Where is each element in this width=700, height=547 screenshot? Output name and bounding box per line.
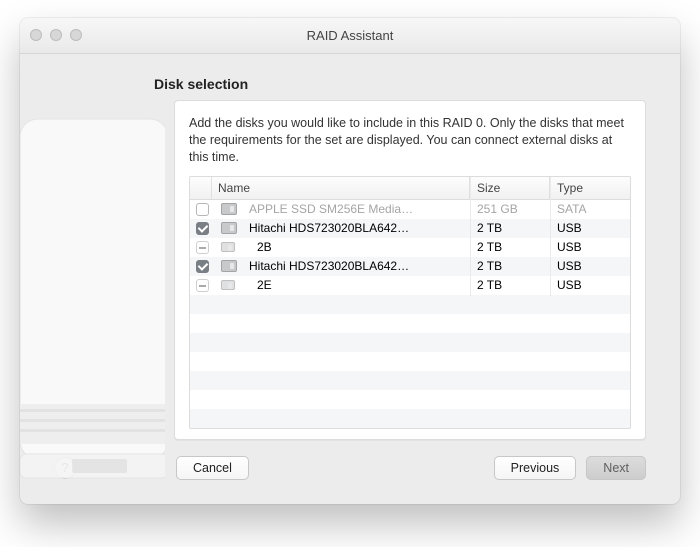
table-row[interactable]: 2B2 TBUSB [190,238,630,257]
table-header: Name Size Type [190,177,630,200]
row-checkbox[interactable] [196,203,209,216]
raid-assistant-window: RAID Assistant Disk selection Add the di… [20,18,680,504]
row-checkbox[interactable] [196,222,209,235]
intro-text: Add the disks you would like to include … [189,115,631,166]
volume-icon [221,280,235,290]
col-header-name[interactable]: Name [212,177,470,199]
disk-selection-panel: Add the disks you would like to include … [174,100,646,440]
next-button[interactable]: Next [586,456,646,480]
volume-icon [221,242,235,252]
table-row-empty [190,409,630,428]
table-row-empty [190,295,630,314]
minimize-icon[interactable] [50,29,62,41]
col-header-type[interactable]: Type [550,177,630,199]
window-controls [30,29,82,41]
table-row[interactable]: 2E2 TBUSB [190,276,630,295]
disk-size: 2 TB [470,274,550,296]
help-button[interactable]: ? [54,457,76,479]
disk-name: 2E [241,274,470,296]
footer: ? Cancel Previous Next [54,440,646,490]
table-row[interactable]: APPLE SSD SM256E Media…251 GBSATA [190,200,630,219]
row-checkbox[interactable] [196,241,209,254]
table-row[interactable]: Hitachi HDS723020BLA642…2 TBUSB [190,219,630,238]
table-body: APPLE SSD SM256E Media…251 GBSATAHitachi… [190,200,630,295]
page-heading: Disk selection [154,76,646,92]
drive-icon [221,260,237,272]
titlebar: RAID Assistant [20,18,680,54]
col-header-size[interactable]: Size [470,177,550,199]
drive-icon [221,222,237,234]
zoom-icon[interactable] [70,29,82,41]
cancel-button[interactable]: Cancel [176,456,249,480]
drive-icon [221,203,237,215]
table-row[interactable]: Hitachi HDS723020BLA642…2 TBUSB [190,257,630,276]
window-body: Disk selection Add the disks you would l… [20,54,680,504]
previous-button[interactable]: Previous [494,456,577,480]
col-header-check [190,177,212,199]
table-row-empty [190,333,630,352]
disk-table: Name Size Type APPLE SSD SM256E Media…25… [189,176,631,429]
table-row-empty [190,371,630,390]
row-checkbox[interactable] [196,260,209,273]
table-filler [190,295,630,428]
table-row-empty [190,314,630,333]
table-row-empty [190,390,630,409]
table-row-empty [190,352,630,371]
window-title: RAID Assistant [307,28,394,43]
disk-type: USB [550,274,630,296]
close-icon[interactable] [30,29,42,41]
row-checkbox[interactable] [196,279,209,292]
